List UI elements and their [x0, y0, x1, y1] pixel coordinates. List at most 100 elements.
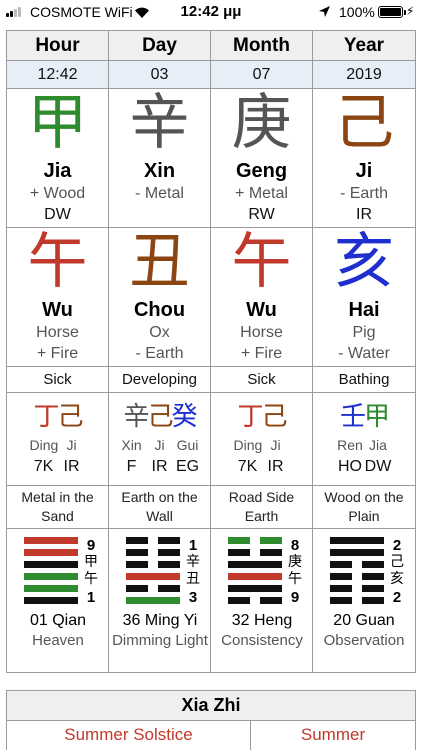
- yang-line: [330, 549, 384, 556]
- stem-cell: 己 Ji - Earth IR: [313, 89, 415, 227]
- location-arrow-icon: [319, 6, 330, 17]
- hidden-stem-ten-god: 7K: [237, 458, 258, 475]
- life-stage: Bathing: [338, 371, 390, 388]
- hexagram-title: 32 Heng: [231, 612, 293, 629]
- solar-term-english: Summer Solstice: [7, 721, 251, 750]
- hexagram-tag: 午: [84, 571, 98, 587]
- hidden-stem-pinyin: Ren: [337, 437, 363, 453]
- hidden-stems-row: 丁己 Ding Ji 7K IR 辛己癸 Xin Ji Gui F IR EG 丁己 Ding Ji 7K IR…: [7, 393, 415, 486]
- hidden-stem-pinyins: Ding Ji: [7, 435, 108, 456]
- stem-element: + Metal: [235, 185, 288, 202]
- branch-animal: Horse: [36, 324, 79, 341]
- hidden-stem-character: 己: [57, 402, 84, 432]
- hexagram-tag: 9: [86, 537, 96, 554]
- hidden-stem-character: 癸: [171, 402, 198, 432]
- hidden-stem-character: 甲: [364, 402, 391, 432]
- pillar-header-row: Hour Day Month Year: [7, 31, 415, 61]
- branch-animal: Pig: [352, 324, 376, 341]
- yang-line: [126, 597, 180, 604]
- stem-character: 甲: [27, 89, 88, 158]
- hexagram-figure: 1辛丑 3: [126, 537, 206, 609]
- branch-cell: 亥 Hai Pig - Water: [313, 228, 415, 366]
- hidden-stems-cell: 壬甲 Ren Jia HO DW: [313, 393, 415, 485]
- solar-term-row: Summer Solstice Summer: [7, 721, 415, 750]
- branch-pinyin: Chou: [133, 299, 186, 321]
- stem-ten-god: RW: [248, 206, 275, 223]
- stem-ten-god: IR: [356, 206, 372, 223]
- battery-percent: 100%: [339, 4, 375, 20]
- hidden-stem-characters: 壬甲: [313, 399, 415, 435]
- yang-line: [228, 585, 282, 592]
- hexagram-tag: 亥: [390, 571, 404, 587]
- hidden-stems-cell: 丁己 Ding Ji 7K IR: [211, 393, 313, 485]
- branch-character: 午: [27, 228, 88, 297]
- life-stage-row: Sick Developing Sick Bathing: [7, 367, 415, 393]
- hexagram-tag: 甲: [84, 554, 98, 570]
- hidden-stem-pinyin: Ji: [66, 437, 77, 453]
- yin-line: [228, 549, 282, 556]
- charging-icon: ⚡: [406, 4, 415, 18]
- yang-line: [24, 549, 78, 556]
- hidden-stem-pinyin: Gui: [176, 437, 199, 453]
- branch-animal: Horse: [240, 324, 283, 341]
- hidden-stem-ten-god: HO: [338, 458, 362, 475]
- hexagram-tag: 己: [390, 554, 404, 570]
- pillar-date: 07: [211, 61, 313, 88]
- hexagram-name: Observation: [323, 632, 405, 649]
- stem-element: - Earth: [339, 185, 388, 202]
- hexagram-title: 01 Qian: [29, 612, 87, 629]
- nayin-cell: Wood on the Plain: [313, 486, 415, 528]
- hexagram-tag: 1: [188, 537, 198, 554]
- hidden-stem-character: 辛: [123, 402, 150, 432]
- nayin-cell: Road Side Earth: [211, 486, 313, 528]
- hexagram-tag: 庚: [288, 554, 302, 570]
- hexagram-tag: 3: [188, 589, 198, 606]
- four-pillars-chart: Hour Day Month Year 12:42 03 07 2019 甲 Jia + Woo…: [6, 30, 416, 673]
- hidden-stem-gods: F IR EG: [109, 456, 210, 477]
- pillar-date: 12:42: [7, 61, 109, 88]
- branch-element: - Earth: [135, 345, 184, 362]
- hidden-stem-pinyin: Ding: [233, 437, 263, 453]
- yin-line: [330, 585, 384, 592]
- hidden-stem-characters: 辛己癸: [109, 399, 210, 435]
- nayin-line: Earth on the: [121, 489, 198, 505]
- hidden-stem-pinyin: Jia: [369, 437, 387, 453]
- yang-line: [24, 597, 78, 604]
- hidden-stem-character: 丁: [33, 402, 60, 432]
- hexagram-title: 36 Ming Yi: [122, 612, 198, 629]
- stem-character: 辛: [129, 89, 190, 158]
- hidden-stem-ten-god: DW: [364, 458, 392, 475]
- yang-line: [24, 573, 78, 580]
- yang-line: [24, 537, 78, 544]
- yang-line: [24, 561, 78, 568]
- stem-element: - Metal: [135, 185, 184, 202]
- hexagram-cell: 8 庚午 9 32 Heng Consistency: [211, 529, 313, 672]
- yin-line: [126, 561, 180, 568]
- pillar-header: Month: [211, 31, 313, 60]
- pillar-date: 03: [109, 61, 211, 88]
- hidden-stem-characters: 丁己: [211, 399, 312, 435]
- hexagram-tag: 辛: [186, 554, 200, 570]
- hidden-stems-cell: 丁己 Ding Ji 7K IR: [7, 393, 109, 485]
- solar-term-season: Summer: [300, 725, 366, 744]
- yin-line: [126, 549, 180, 556]
- hidden-stem-ten-god: F: [126, 458, 137, 475]
- hidden-stem-ten-god: EG: [175, 458, 200, 475]
- life-stage: Developing: [109, 367, 211, 392]
- battery-icon: [378, 6, 406, 18]
- branch-character: 亥: [334, 228, 394, 297]
- stem-cell: 甲 Jia + Wood DW: [7, 89, 109, 227]
- hexagram-row: 9 甲午 1 01 Qian Heaven 1 辛丑 3 36 Ming Yi Dimming L…: [7, 529, 415, 672]
- yin-line: [228, 537, 282, 544]
- nayin-line: Road Side: [228, 489, 295, 505]
- stem-cell: 辛 Xin - Metal: [109, 89, 211, 227]
- branch-element: - Water: [338, 345, 390, 362]
- branch-animal: Ox: [149, 324, 170, 341]
- hidden-stem-pinyins: Ren Jia: [313, 435, 415, 456]
- pillar-header: Day: [109, 31, 211, 60]
- branch-pinyin: Wu: [42, 299, 73, 321]
- yang-line: [24, 585, 78, 592]
- hexagram-tag: 1: [86, 589, 96, 606]
- hexagram-tag: 午: [288, 571, 302, 587]
- hexagram-tag: 9: [290, 589, 300, 606]
